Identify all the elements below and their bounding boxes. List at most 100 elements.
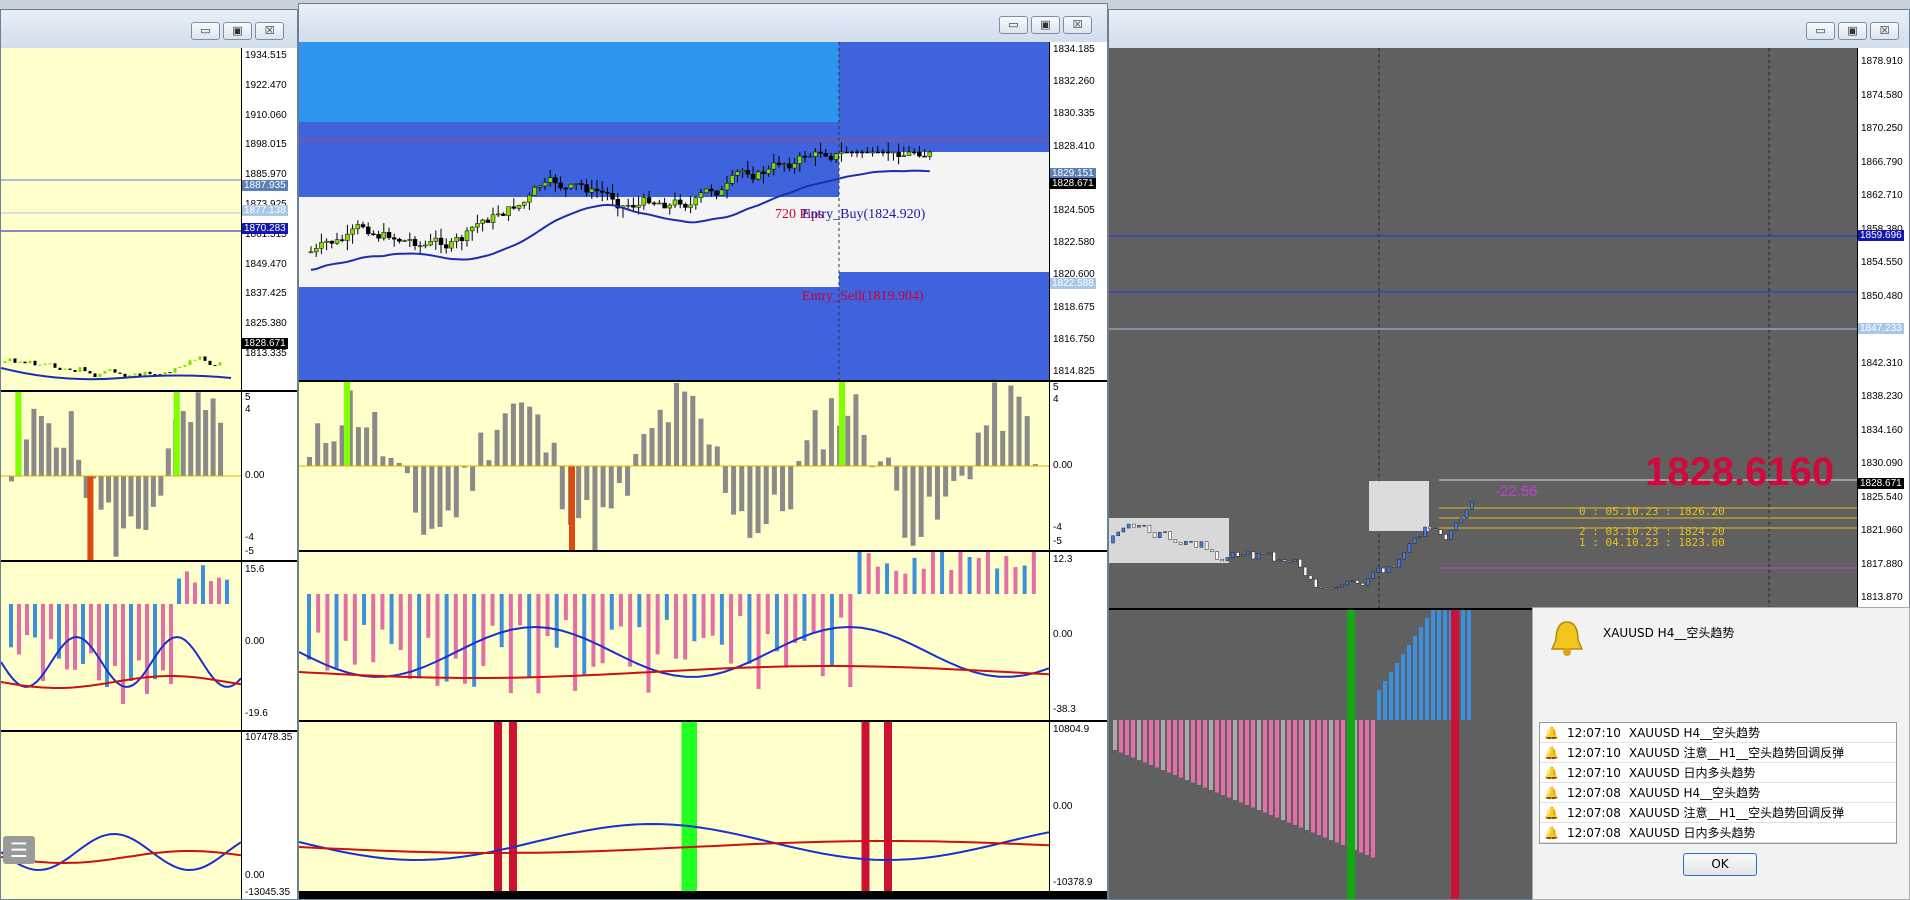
alert-time: 12:07:08 (1566, 826, 1621, 840)
indicator-bar (1209, 720, 1213, 790)
middle-window-titlebar[interactable]: ▭ ▣ ☒ (299, 4, 1107, 42)
middle-vol-pane[interactable]: 10804.9 0.00 -10378.9 (299, 722, 1107, 891)
bell-icon: 🔔 (1544, 726, 1559, 740)
minimize-button[interactable]: ▭ (999, 16, 1028, 34)
indicator-bar (1293, 720, 1297, 825)
alert-row[interactable]: 🔔 12:07:08 XAUUSD H4__空头趋势 (1540, 783, 1896, 803)
oscillator-bar (949, 569, 954, 594)
candle (1418, 536, 1422, 539)
oscillator-bar (885, 563, 890, 594)
alert-row[interactable]: 🔔 12:07:08 XAUUSD 日内多头趋势 (1540, 823, 1896, 843)
histogram-bar (46, 423, 52, 476)
signal-bar (569, 466, 575, 550)
histogram-bar (845, 415, 851, 466)
candle (386, 232, 392, 238)
oscillator-bar (921, 568, 926, 594)
candle (646, 197, 652, 204)
left-vol-pane[interactable]: 107478.35 0.00 -13045.35 ☰ (1, 732, 297, 899)
close-button[interactable]: ☒ (1063, 16, 1092, 34)
candle (183, 364, 187, 367)
candle (319, 242, 324, 249)
candle (18, 361, 22, 363)
indicator-bar (1149, 720, 1153, 765)
macd-axis-label: -4 (245, 532, 254, 543)
histogram-bar (519, 402, 525, 466)
vol-axis-label: 10804.9 (1053, 724, 1090, 735)
indicator-bar (1263, 720, 1267, 813)
candle (797, 155, 803, 164)
alert-list[interactable]: 🔔 12:07:10 XAUUSD H4__空头趋势 🔔 12:07:10 XAUUSD … (1539, 722, 1897, 844)
candle (133, 373, 137, 376)
candle (475, 223, 480, 228)
candle (657, 202, 662, 205)
restore-button[interactable]: ▣ (223, 22, 252, 40)
middle-price-pane[interactable]: 1834.1851832.2601830.3351828.4101826.430… (299, 42, 1107, 380)
indicator-bar (1245, 720, 1249, 805)
candle (901, 155, 907, 157)
candle (724, 183, 730, 191)
histogram-bar (68, 411, 74, 476)
histogram-bar (853, 394, 859, 466)
histogram-bar (698, 418, 704, 466)
indicator-bar (1401, 654, 1405, 720)
histogram-bar (195, 392, 201, 476)
candle (38, 364, 42, 366)
alert-row[interactable]: 🔔 12:07:08 XAUUSD 注意__H1__空头趋势回调反弹 (1540, 803, 1896, 823)
candle (58, 367, 62, 370)
left-osc-pane[interactable]: 15.6 0.00 -19.6 (1, 562, 297, 730)
candle (308, 251, 314, 254)
indicator-bar (1203, 720, 1207, 788)
oscillator-bar (407, 594, 412, 679)
right-price-pane[interactable]: 1878.910 1874.580 1870.250 1866.790 1862.710… (1109, 48, 1909, 608)
candle (365, 226, 371, 234)
left-window-titlebar[interactable]: ▭ ▣ ☒ (1, 10, 297, 48)
ok-button[interactable]: OK (1683, 853, 1757, 876)
signal-bar (15, 392, 22, 476)
alert-row[interactable]: 🔔 12:07:10 XAUUSD 注意__H1__空头趋势回调反弹 (1540, 743, 1896, 763)
oscillator-bar (820, 594, 825, 677)
oscillator-bar (325, 594, 330, 671)
close-button[interactable]: ☒ (1870, 22, 1899, 40)
list-icon[interactable]: ☰ (3, 836, 35, 864)
histogram-bar (747, 466, 753, 538)
candle (1267, 551, 1271, 555)
candle (1459, 517, 1464, 524)
close-button[interactable]: ☒ (255, 22, 284, 40)
alert-dialog[interactable]: XAUUSD H4__空头趋势 🔔 12:07:10 XAUUSD H4__空头趋势… (1532, 607, 1910, 900)
price-axis-label: 1837.425 (245, 288, 287, 300)
left-price-axis: 1934.515 1922.470 1910.060 1898.015 1885.970… (241, 48, 297, 390)
oscillator-bar (784, 594, 789, 668)
indicator-bar (1173, 720, 1177, 775)
indicator-bar (1251, 720, 1255, 808)
right-window-titlebar[interactable]: ▭ ▣ ☒ (1109, 10, 1909, 48)
oscillator-bar (153, 604, 157, 680)
left-macd-pane[interactable]: 5 4 0.00 -4 -5 (1, 392, 297, 560)
alert-row[interactable]: 🔔 12:07:10 XAUUSD 日内多头趋势 (1540, 763, 1896, 783)
middle-macd-pane[interactable]: 5 4 0.00 -4 -5 (299, 382, 1107, 550)
volume-spike (689, 722, 697, 891)
histogram-bar (592, 466, 598, 550)
chart-background (1, 48, 241, 390)
candle (527, 195, 532, 203)
left-price-pane[interactable]: 1934.515 1922.470 1910.060 1898.015 1885.970… (1, 48, 297, 390)
candle (854, 151, 860, 154)
oscillator-bar (121, 604, 125, 704)
candle (148, 371, 152, 375)
middle-chart-window[interactable]: ▭ ▣ ☒ 1834.185 1832.260 1830.335 1828.410 18… (298, 3, 1108, 900)
minimize-button[interactable]: ▭ (191, 22, 220, 40)
bell-icon: 🔔 (1544, 806, 1559, 820)
left-chart-window[interactable]: ▭ ▣ ☒ 1934.515 1922.470 1910.060 1898.015 18… (0, 9, 298, 900)
middle-osc-pane[interactable]: 12.3 0.00 -38.3 (299, 552, 1107, 720)
middle-vol-chart (299, 722, 1049, 891)
candle (1225, 557, 1230, 562)
minimize-button[interactable]: ▭ (1806, 22, 1835, 40)
restore-button[interactable]: ▣ (1838, 22, 1867, 40)
candle (449, 241, 454, 249)
candle (584, 184, 589, 193)
volume-spike (681, 722, 690, 891)
candle (1199, 541, 1204, 548)
price-axis-label: 1830.090 (1861, 458, 1903, 469)
restore-button[interactable]: ▣ (1031, 16, 1060, 34)
oscillator-bar (1013, 567, 1018, 594)
alert-row[interactable]: 🔔 12:07:10 XAUUSD H4__空头趋势 (1540, 723, 1896, 743)
